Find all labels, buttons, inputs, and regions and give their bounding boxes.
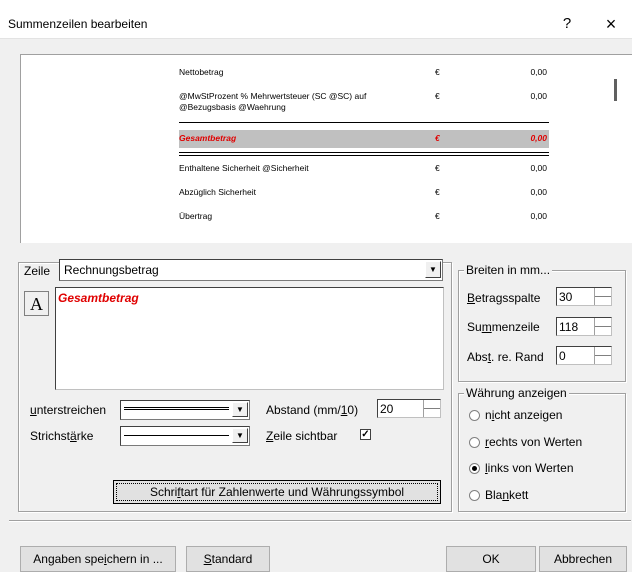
radio-links-label: links von Werten <box>485 461 574 475</box>
preview-row-selected[interactable]: Gesamtbetrag € 0,00 <box>179 130 549 148</box>
abstand-value: 20 <box>380 402 394 416</box>
radio-blankett[interactable] <box>469 490 480 501</box>
preview-row-label: Nettobetrag <box>179 67 224 77</box>
stroke-select[interactable]: ▼ <box>120 426 250 446</box>
preview-row-value: 0,00 <box>530 211 547 221</box>
underline-select[interactable]: ▼ <box>120 400 250 420</box>
preview-row-value: 0,00 <box>530 187 547 197</box>
radio-nicht-anzeigen-label: nicht anzeigen <box>485 408 563 422</box>
preview-rule <box>179 155 549 156</box>
betrag-label: Betragsspalte <box>467 291 541 305</box>
radio-blankett-label: Blankett <box>485 488 529 502</box>
preview-row-currency: € <box>435 133 440 143</box>
zeile-select-value: Rechnungsbetrag <box>64 263 159 277</box>
window-title: Summenzeilen bearbeiten <box>8 17 148 31</box>
single-line-icon <box>124 435 229 436</box>
preview-row-value: 0,00 <box>530 91 547 101</box>
abstand-spinner[interactable] <box>423 400 440 417</box>
chevron-down-icon[interactable]: ▼ <box>232 428 248 443</box>
chevron-down-icon[interactable]: ▼ <box>232 402 248 417</box>
summen-label: Summenzeile <box>467 320 540 334</box>
help-button[interactable]: ? <box>552 10 582 38</box>
save-settings-button[interactable]: Angaben speichern in ... <box>20 546 176 572</box>
double-line-icon <box>124 407 229 410</box>
preview-row-label: Gesamtbetrag <box>179 133 237 143</box>
preview-row-currency: € <box>435 163 440 173</box>
preview-row-value: 0,00 <box>530 67 547 77</box>
preview-row-value: 0,00 <box>530 163 547 173</box>
ok-button[interactable]: OK <box>446 546 536 572</box>
abst-spinner[interactable] <box>594 347 611 364</box>
abst-label: Abst. re. Rand <box>467 350 544 364</box>
zeile-select[interactable]: Rechnungsbetrag ▼ <box>59 259 443 281</box>
waehrung-group-label: Währung anzeigen <box>464 386 569 400</box>
preview-row-label: Abzüglich Sicherheit <box>179 187 257 197</box>
radio-links[interactable] <box>469 463 480 474</box>
font-numbers-button[interactable]: Schriftart für Zahlenwerte und Währungss… <box>113 480 441 504</box>
close-button[interactable]: × <box>596 10 626 38</box>
preview-row-currency: € <box>435 91 440 101</box>
abstand-input[interactable]: 20 <box>377 399 441 418</box>
preview-row-label: @MwStProzent % Mehrwertsteuer (SC @SC) a… <box>179 91 367 112</box>
summen-spinner[interactable] <box>594 318 611 335</box>
preview-row-currency: € <box>435 211 440 221</box>
zeile-text-input[interactable]: Gesamtbetrag <box>55 287 444 390</box>
chevron-down-icon[interactable]: ▼ <box>425 261 441 278</box>
preview-rule <box>179 122 549 123</box>
visible-checkbox[interactable]: ✓ <box>360 429 371 440</box>
summen-value: 118 <box>559 320 579 334</box>
abstand-label: Abstand (mm/10) <box>266 403 359 417</box>
abst-value: 0 <box>559 349 566 363</box>
radio-nicht-anzeigen[interactable] <box>469 410 480 421</box>
betrag-value: 30 <box>559 290 573 304</box>
preview-row-currency: € <box>435 187 440 197</box>
preview-row-label: Übertrag <box>179 211 213 221</box>
abst-input[interactable]: 0 <box>556 346 612 365</box>
summen-input[interactable]: 118 <box>556 317 612 336</box>
betrag-input[interactable]: 30 <box>556 287 612 306</box>
preview-row-value: 0,00 <box>530 133 547 143</box>
radio-rechts[interactable] <box>469 437 480 448</box>
standard-button[interactable]: Standard <box>186 546 270 572</box>
preview-rule <box>179 152 549 153</box>
cancel-button[interactable]: Abbrechen <box>539 546 627 572</box>
zeile-group-label: Zeile <box>22 264 53 278</box>
breiten-group-label: Breiten in mm... <box>464 263 553 277</box>
betrag-spinner[interactable] <box>594 288 611 305</box>
underline-label: unterstreichen <box>30 403 107 417</box>
font-button[interactable]: A <box>24 291 49 316</box>
title-bar: Summenzeilen bearbeiten ? × <box>0 0 632 39</box>
footer-divider-highlight <box>9 521 631 522</box>
visible-label: Zeile sichtbar <box>266 429 338 443</box>
preview-row-label: Enthaltene Sicherheit @Sicherheit <box>179 163 309 173</box>
summary-preview[interactable]: Nettobetrag € 0,00 @MwStProzent % Mehrwe… <box>20 54 632 243</box>
preview-row-currency: € <box>435 67 440 77</box>
radio-rechts-label: rechts von Werten <box>485 435 583 449</box>
zeile-text-value: Gesamtbetrag <box>58 291 139 305</box>
stroke-label: Strichstärke <box>30 429 94 443</box>
preview-scrollbar[interactable] <box>614 79 617 101</box>
